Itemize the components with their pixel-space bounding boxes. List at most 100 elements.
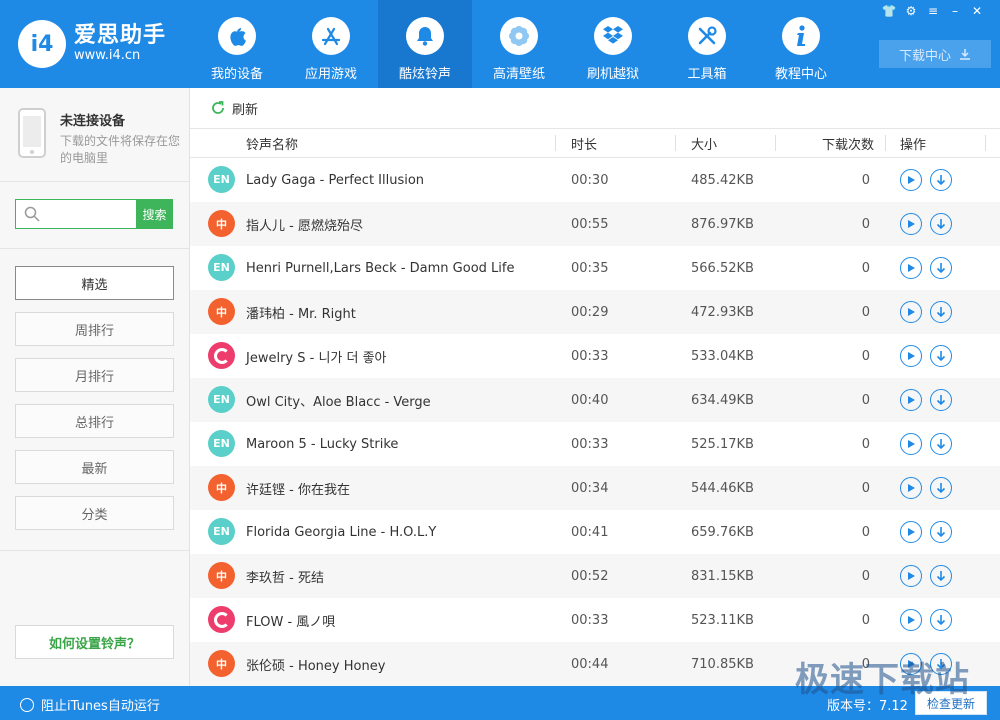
download-icon[interactable] [930,477,952,499]
play-icon[interactable] [900,389,922,411]
ringtone-duration: 00:41 [571,524,609,540]
play-icon[interactable] [900,521,922,543]
table-row[interactable]: 中 潘玮柏 - Mr. Right 00:29 472.93KB 0 [190,290,1000,334]
check-update-button[interactable]: 检查更新 [915,691,987,715]
ringtone-name: Maroon 5 - Lucky Strike [246,436,399,452]
table-row[interactable]: EN Henri Purnell,Lars Beck - Damn Good Li… [190,246,1000,290]
ringtone-downloads: 0 [861,480,870,496]
app-title: 爱思助手 [74,23,167,48]
column-downloads[interactable]: 下载次数 [822,129,874,157]
download-icon[interactable] [930,213,952,235]
nav-my-device[interactable]: 我的设备 [190,0,284,88]
download-center-button[interactable]: 下载中心 [879,40,991,68]
category-featured[interactable]: 精选 [15,266,174,300]
divider [0,248,190,249]
category-alltime[interactable]: 总排行 [15,404,174,438]
lang-badge: 中 [208,474,235,501]
table-row[interactable]: EN Owl City、Aloe Blacc - Verge 00:40 634.49… [190,378,1000,422]
table-row[interactable]: EN Maroon 5 - Lucky Strike 00:33 525.17KB 0 [190,422,1000,466]
play-icon[interactable] [900,169,922,191]
nav-flash-jailbreak[interactable]: 刷机越狱 [566,0,660,88]
play-icon[interactable] [900,433,922,455]
table-row[interactable]: Jewelry S - 니가 더 좋아 00:33 533.04KB 0 [190,334,1000,378]
gear-icon[interactable]: ⚙ [902,3,920,19]
ringtone-name: 张伦硕 - Honey Honey [246,658,386,674]
lang-badge-label: 中 [216,217,227,231]
search-input[interactable] [15,199,136,229]
row-actions [900,598,952,642]
skin-icon[interactable]: 👕 [880,3,898,19]
play-icon[interactable] [900,345,922,367]
table-row[interactable]: 中 李玖哲 - 死结 00:52 831.15KB 0 [190,554,1000,598]
apple-icon [218,17,256,55]
play-icon[interactable] [900,609,922,631]
nav-label: 应用游戏 [304,67,357,82]
ringtone-duration: 00:33 [571,436,609,452]
download-icon[interactable] [930,609,952,631]
download-icon[interactable] [930,565,952,587]
play-icon[interactable] [900,257,922,279]
category-classify[interactable]: 分类 [15,496,174,530]
ringtone-downloads: 0 [861,656,870,672]
nav-ringtones[interactable]: 酷炫铃声 [378,0,472,88]
search-button[interactable]: 搜索 [136,199,173,229]
radio-icon [20,697,34,712]
play-icon[interactable] [900,301,922,323]
column-name[interactable]: 铃声名称 [246,129,298,157]
column-size[interactable]: 大小 [691,129,717,157]
table-row[interactable]: 中 张伦硕 - Honey Honey 00:44 710.85KB 0 [190,642,1000,686]
ringtone-panel: 刷新 铃声名称 时长 大小 下载次数 操作 EN Lady Gaga - Perf… [190,88,1000,686]
ringtone-name: 许廷铿 - 你在我在 [246,482,350,498]
download-icon[interactable] [930,389,952,411]
ringtone-size: 831.15KB [691,568,754,584]
menu-icon[interactable]: ≡ [924,3,942,19]
table-row[interactable]: 中 许廷铿 - 你在我在 00:34 544.46KB 0 [190,466,1000,510]
row-actions [900,246,952,290]
column-ops: 操作 [900,137,927,153]
download-icon[interactable] [930,345,952,367]
nav-apps-games[interactable]: 应用游戏 [284,0,378,88]
lang-badge: EN [208,518,235,545]
logo-badge: i4 [18,20,66,68]
table-row[interactable]: EN Lady Gaga - Perfect Illusion 00:30 485.4… [190,158,1000,202]
table-row[interactable]: FLOW - 風ノ唄 00:33 523.11KB 0 [190,598,1000,642]
howto-set-ringtone-button[interactable]: 如何设置铃声？ [15,625,174,659]
download-icon[interactable] [930,653,952,675]
ringtone-downloads: 0 [861,348,870,364]
flower-icon [500,17,538,55]
category-monthly[interactable]: 月排行 [15,358,174,392]
lang-badge-label: EN [213,173,230,186]
nav-toolbox[interactable]: 工具箱 [660,0,754,88]
row-actions [900,158,952,202]
refresh-button[interactable]: 刷新 [210,99,258,118]
download-icon[interactable] [930,521,952,543]
row-actions [900,642,952,686]
play-icon[interactable] [900,565,922,587]
close-icon[interactable]: ✕ [968,3,986,19]
play-icon[interactable] [900,653,922,675]
download-icon[interactable] [930,169,952,191]
search-icon [24,206,40,222]
minimize-icon[interactable]: – [946,3,964,19]
category-weekly[interactable]: 周排行 [15,312,174,346]
play-icon[interactable] [900,213,922,235]
info-icon [782,17,820,55]
ringtone-duration: 00:33 [571,348,609,364]
row-actions [900,422,952,466]
download-icon[interactable] [930,433,952,455]
app-logo[interactable]: i4 爱思助手 www.i4.cn [18,20,166,68]
block-itunes-toggle[interactable]: 阻止iTunes自动运行 [20,695,160,714]
ringtone-duration: 00:55 [571,216,609,232]
nav-tutorials[interactable]: 教程中心 [754,0,848,88]
nav-wallpapers[interactable]: 高清壁纸 [472,0,566,88]
download-icon[interactable] [930,301,952,323]
ringtone-size: 523.11KB [691,612,754,628]
status-bar: 阻止iTunes自动运行 版本号：7.12 检查更新 [0,686,1000,720]
ringtone-name: 李玖哲 - 死结 [246,570,324,586]
play-icon[interactable] [900,477,922,499]
download-icon[interactable] [930,257,952,279]
table-row[interactable]: 中 指人儿 - 愿燃烧殆尽 00:55 876.97KB 0 [190,202,1000,246]
category-latest[interactable]: 最新 [15,450,174,484]
column-duration[interactable]: 时长 [571,129,597,157]
table-row[interactable]: EN Florida Georgia Line - H.O.L.Y 00:41 659… [190,510,1000,554]
